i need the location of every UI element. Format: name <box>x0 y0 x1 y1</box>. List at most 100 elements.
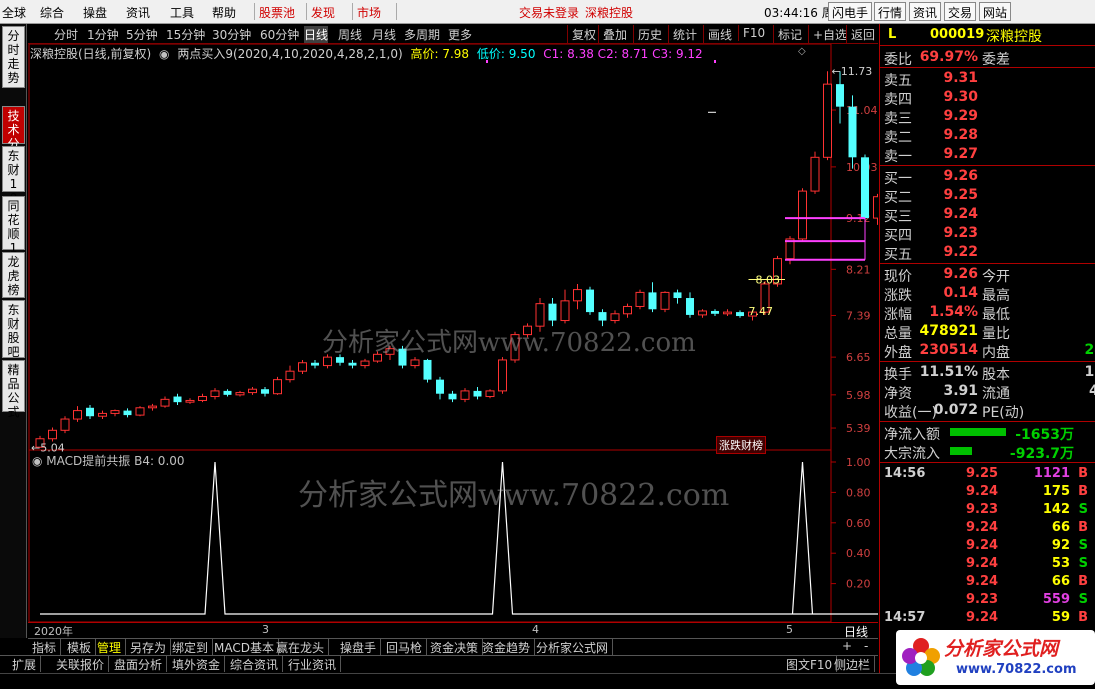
date-tick: 4 <box>532 623 539 636</box>
sidebar-button[interactable]: 侧边栏 <box>830 656 876 672</box>
login-status-link[interactable]: 交易未登录 <box>519 4 579 21</box>
left-tab[interactable]: 东财10 <box>2 146 25 205</box>
buy-level-row: 买三 9.24 <box>880 205 1095 225</box>
period-tab[interactable]: 更多 <box>448 26 472 43</box>
trade-tick-row: 9.23 559 S <box>880 591 1095 609</box>
indicator-tab[interactable]: 绑定到 <box>168 639 214 655</box>
menu-item[interactable]: 综合 <box>40 4 64 21</box>
period-tab[interactable]: 月线 <box>372 26 396 43</box>
menu-item[interactable]: 操盘 <box>83 4 107 21</box>
indicator-tab[interactable]: MACD基本 <box>210 639 279 655</box>
extension-tab[interactable]: 填外资金 <box>168 656 226 672</box>
candle <box>836 71 844 124</box>
toolbar-button[interactable]: 资讯 <box>909 2 942 21</box>
indicator-tab[interactable]: 赢在龙头 <box>272 639 330 655</box>
indicator-tab[interactable]: 模板 <box>63 639 97 655</box>
buy-level-label: 买一 <box>884 171 912 187</box>
chart-tool-button[interactable]: 叠加 <box>598 25 631 44</box>
collapse-icon[interactable]: ◉ <box>159 47 169 61</box>
market-flag: L <box>888 27 897 42</box>
period-tab[interactable]: 60分钟 <box>260 26 299 43</box>
period-tab[interactable]: 周线 <box>338 26 362 43</box>
toolbar-button[interactable]: 交易 <box>944 2 977 21</box>
candle-body <box>311 362 319 366</box>
capital-flow-value: -1653万 <box>1015 427 1074 443</box>
menu-item[interactable]: 工具 <box>170 4 194 21</box>
left-tab[interactable]: 分时走势 <box>2 26 25 88</box>
quote-row: 涨幅 1.54% 最低 <box>880 303 1095 323</box>
trade-tick-row: 14:57 9.24 59 B <box>880 609 1095 627</box>
candle-body <box>698 310 707 316</box>
buy-level-price: 9.22 <box>943 244 978 260</box>
indicator-tab[interactable]: 另存为 <box>126 639 172 655</box>
period-tab[interactable]: 日线 <box>304 26 329 43</box>
chart-tool-button[interactable]: 历史 <box>633 25 666 44</box>
buy-level-label: 买五 <box>884 247 912 263</box>
menu-item[interactable]: 全球 <box>2 4 26 21</box>
extension-tab[interactable]: 综合资讯 <box>226 656 284 672</box>
toolbar-button[interactable]: 闪电手 <box>828 2 873 21</box>
extension-tab[interactable]: 行业资讯 <box>284 656 342 672</box>
site-logo: 分析家公式网 www.70822.com <box>896 630 1095 685</box>
extension-tab[interactable]: 扩展 <box>8 656 42 672</box>
chart-tool-button[interactable]: 统计 <box>668 25 701 44</box>
divider <box>880 361 1095 362</box>
order-ratio-label: 委比 <box>884 52 912 68</box>
quote-label: 换手 <box>884 367 912 383</box>
menu-item[interactable]: 市场 <box>357 4 381 21</box>
period-tab[interactable]: 30分钟 <box>212 26 251 43</box>
period-tab[interactable]: 15分钟 <box>166 26 205 43</box>
indicator-tab[interactable]: 指标 <box>28 639 62 655</box>
remove-tab-button[interactable]: - <box>860 639 872 655</box>
menu-item[interactable]: 发现 <box>311 4 335 21</box>
toolbar-button[interactable]: 网站 <box>979 2 1012 21</box>
menu-item[interactable]: 资讯 <box>126 4 150 21</box>
chart-tool-button[interactable]: +自选 <box>808 25 851 44</box>
candle-body <box>648 292 657 310</box>
period-tab[interactable]: 多周期 <box>404 26 440 43</box>
chart-tool-button[interactable]: F10 <box>738 25 769 41</box>
indicator-tab[interactable]: 资金趋势 <box>478 639 536 655</box>
candle-body <box>110 410 120 414</box>
candle <box>123 408 132 418</box>
period-tab[interactable]: 分时 <box>54 26 78 43</box>
indicator-tab[interactable]: 回马枪 <box>382 639 428 655</box>
extension-tab[interactable]: 盘面分析 <box>110 656 168 672</box>
stock-link[interactable]: 深粮控股 <box>585 4 633 21</box>
candle-body <box>198 396 207 401</box>
indicator-tab[interactable]: 分析家公式网 <box>532 639 614 655</box>
candle-body <box>823 83 832 158</box>
collapse-icon[interactable]: ◉ <box>32 454 46 468</box>
extension-tab[interactable]: 关联报价 <box>52 656 110 672</box>
quote-value: 0.072 <box>933 402 978 418</box>
left-tab[interactable]: 精品公式 <box>2 360 25 419</box>
toolbar-button[interactable]: 行情 <box>874 2 907 21</box>
candle-body <box>185 399 195 403</box>
chart-tool-button[interactable]: 画线 <box>703 25 736 44</box>
sub-tick-label: 0.60 <box>846 517 871 530</box>
indicator-tab[interactable]: 操盘手 <box>336 639 382 655</box>
period-tab[interactable]: 1分钟 <box>87 26 119 43</box>
add-tab-button[interactable]: + <box>838 639 856 655</box>
left-tab[interactable]: 龙虎榜 <box>2 252 25 298</box>
period-tab[interactable]: 5分钟 <box>126 26 158 43</box>
indicator-tab[interactable]: 资金决策 <box>426 639 484 655</box>
tick-volume: 53 <box>1051 556 1070 571</box>
chart-tool-button[interactable]: 复权 <box>567 25 600 44</box>
left-tab[interactable]: 东财股吧 <box>2 300 25 359</box>
chart-tool-button[interactable]: 返回 <box>846 25 879 44</box>
main-frame <box>28 44 832 451</box>
menu-bar: 全球 综合 操盘 资讯 工具 帮助 股票池 发现 市场 交易未登录 深粮控股 03:44:16 周四闪… <box>0 0 1095 24</box>
left-tab[interactable]: 同花顺10 <box>2 196 25 269</box>
rise-fall-badge[interactable]: 涨跌财榜 <box>716 436 766 454</box>
menu-item[interactable]: 帮助 <box>212 4 236 21</box>
candle <box>698 309 707 318</box>
f10-button[interactable]: 图文F10 <box>782 656 838 672</box>
quote-label-right: 流通 <box>982 386 1010 402</box>
quote-panel: L 000019 深粮控股 委比 69.97% 委差 卖五 9.31 卖四 9.30 卖三 9.29 卖… <box>879 24 1095 673</box>
chart-tool-button[interactable]: 标记 <box>773 25 806 44</box>
indicator-tab[interactable]: 管理 <box>93 639 127 655</box>
menu-item[interactable]: 股票池 <box>259 4 295 21</box>
left-tab[interactable]: 技术分析 <box>2 106 25 165</box>
candle <box>448 390 457 403</box>
